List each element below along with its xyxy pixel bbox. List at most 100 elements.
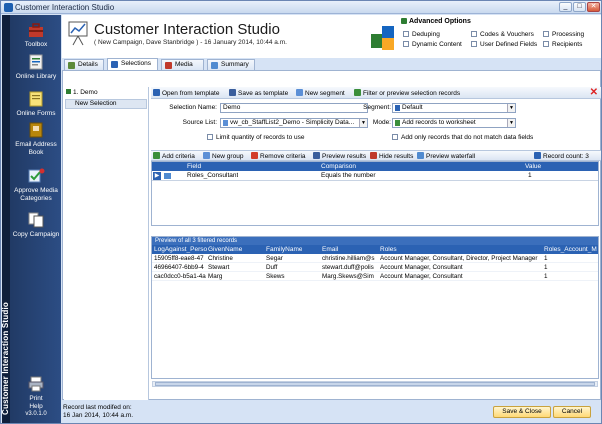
cubes-icon [371, 26, 394, 50]
column-header[interactable]: FamilyName [266, 245, 302, 254]
option-dynamic-content[interactable]: Dynamic Content [403, 41, 462, 48]
tab-media[interactable]: Media [161, 59, 204, 70]
table-cell: 1 [544, 264, 548, 271]
column-header[interactable]: Roles_Account_M [544, 245, 598, 254]
sidebar-item-online-forms[interactable]: Online Forms [12, 90, 60, 118]
remove-criteria-button[interactable]: Remove criteria [251, 152, 306, 160]
sidebar-item-toolbox[interactable]: Toolbox [12, 21, 60, 49]
delete-icon[interactable]: ✕ [590, 87, 598, 98]
waterfall-icon [417, 152, 424, 159]
open-template-button[interactable]: Open from template [153, 89, 219, 97]
record-modified: Record last modifed on: 16 Jan 2014, 10:… [63, 404, 133, 420]
option-codes-vouchers[interactable]: Codes & Vouchers [471, 31, 534, 38]
header: Customer Interaction Studio ( New Campai… [62, 15, 601, 58]
criteria-field[interactable]: Roles_Consultant [187, 171, 238, 181]
sidebar-item-email-address-book[interactable]: Email Address Book [12, 121, 60, 156]
column-header[interactable]: LogAgainst_Perso [154, 245, 207, 254]
tab-selections[interactable]: Selections [107, 58, 158, 70]
checkbox-icon [392, 134, 398, 140]
selection-name-input[interactable]: Demo [220, 103, 368, 113]
selection-tree: 1. Demo New Selection [64, 87, 149, 400]
new-segment-button[interactable]: New segment [296, 89, 345, 97]
criteria-icon [164, 173, 171, 179]
close-button[interactable]: ✕ [587, 2, 600, 12]
button-label: Remove criteria [260, 153, 306, 160]
sidebar-item-label: Approve Media Categories [14, 187, 58, 202]
version-label: v3.0.1.0 [25, 411, 47, 417]
app-window: Customer Interaction Studio _ □ ✕ Custom… [0, 0, 602, 424]
option-processing[interactable]: Processing [543, 31, 584, 38]
sidebar-item-print[interactable]: Print [12, 375, 60, 403]
footer: Record last modifed on: 16 Jan 2014, 10:… [62, 401, 601, 423]
option-user-defined-fields[interactable]: User Defined Fields [471, 41, 537, 48]
nomatch-checkbox[interactable]: Add only records that do not match data … [392, 134, 533, 141]
option-label: Processing [552, 31, 585, 38]
option-label: Deduping [412, 31, 440, 38]
mode-select[interactable]: Add records to worksheet ▼ [392, 118, 516, 128]
advanced-options-icon [401, 18, 407, 24]
maximize-button[interactable]: □ [573, 2, 586, 12]
row-selector-icon[interactable]: ▶ [153, 172, 161, 180]
limit-quantity-checkbox[interactable]: Limit quantity of records to use [207, 134, 305, 141]
column-header[interactable]: Roles [380, 245, 397, 254]
record-count-label: Record count: 3 [543, 153, 589, 160]
tree-item-new-selection[interactable]: New Selection [65, 99, 147, 109]
preview-panel: Preview of all 3 filtered records LogAga… [151, 236, 599, 379]
table-cell: Marg [208, 273, 223, 280]
mode-value: Add records to worksheet [402, 119, 476, 126]
criteria-value[interactable]: 1 [528, 171, 532, 181]
minimize-button[interactable]: _ [559, 2, 572, 12]
scrollbar-thumb[interactable] [155, 382, 595, 386]
column-header[interactable]: Value [525, 162, 541, 171]
preview-waterfall-button[interactable]: Preview waterfall [417, 152, 475, 160]
criteria-comparison[interactable]: Equals the number [321, 171, 376, 181]
filter-icon [354, 89, 361, 96]
summary-icon [211, 62, 218, 69]
record-count: Record count: 3 [534, 152, 589, 160]
save-close-button[interactable]: Save & Close [493, 406, 551, 418]
table-row[interactable]: cac0dcc0-b5a1-4a Marg Skews Marg.Skews@S… [152, 272, 598, 281]
table-row[interactable]: 46966407-6bb9-4 Stewart Duff stewart.duf… [152, 263, 598, 272]
cancel-button[interactable]: Cancel [553, 406, 591, 418]
preview-icon [313, 152, 320, 159]
column-header[interactable]: GivenName [208, 245, 242, 254]
hide-results-button[interactable]: Hide results [370, 152, 413, 160]
sidebar-item-approve-media-categories[interactable]: Approve Media Categories [12, 167, 60, 202]
tab-summary[interactable]: Summary [207, 59, 255, 70]
sidebar-item-label: Online Library [15, 73, 57, 80]
add-criteria-button[interactable]: Add criteria [153, 152, 195, 160]
online-library-icon [29, 54, 43, 70]
horizontal-scrollbar[interactable] [152, 381, 598, 387]
sidebar-item-help[interactable]: Help [12, 403, 60, 411]
button-label: Save as template [238, 90, 289, 97]
button-label: Preview waterfall [426, 153, 476, 160]
tree-root[interactable]: 1. Demo [66, 89, 98, 96]
column-header[interactable]: Email [322, 245, 338, 254]
record-modified-label: Record last modifed on: [63, 404, 132, 411]
table-row[interactable]: 15905ff8-eae8-47 Christine Segar christi… [152, 254, 598, 263]
option-recipients[interactable]: Recipients [543, 41, 582, 48]
worksheet-icon [395, 120, 400, 126]
new-group-button[interactable]: New group [203, 152, 243, 160]
criteria-row[interactable]: ▶ Roles_Consultant Equals the number 1 [152, 171, 598, 181]
source-list-select[interactable]: vw_cb_StaffList2_Demo - Simplicity Data.… [220, 118, 368, 128]
sidebar-item-copy-campaign[interactable]: Copy Campaign [12, 211, 60, 239]
segment-select[interactable]: Default ▼ [392, 103, 516, 113]
option-deduping[interactable]: Deduping [403, 31, 440, 38]
table-cell: Christine [208, 255, 233, 262]
sidebar: Customer Interaction Studio Toolbox Onli… [1, 15, 61, 423]
sidebar-item-online-library[interactable]: Online Library [12, 53, 60, 81]
tab-details[interactable]: Details [64, 59, 104, 70]
node-icon [66, 89, 71, 94]
segment-icon [395, 105, 400, 111]
advanced-options-title: Advanced Options [409, 18, 471, 25]
record-count-icon [534, 152, 541, 159]
checkbox-label: Add only records that do not match data … [401, 134, 534, 141]
column-header[interactable]: Field [187, 162, 201, 171]
column-header[interactable]: Comparison [321, 162, 356, 171]
save-template-button[interactable]: Save as template [229, 89, 288, 97]
help-label: Help [29, 403, 43, 410]
filter-preview-button[interactable]: Filter or preview selection records [354, 89, 460, 97]
tab-label: Selections [121, 60, 151, 67]
preview-results-button[interactable]: Preview results [313, 152, 366, 160]
